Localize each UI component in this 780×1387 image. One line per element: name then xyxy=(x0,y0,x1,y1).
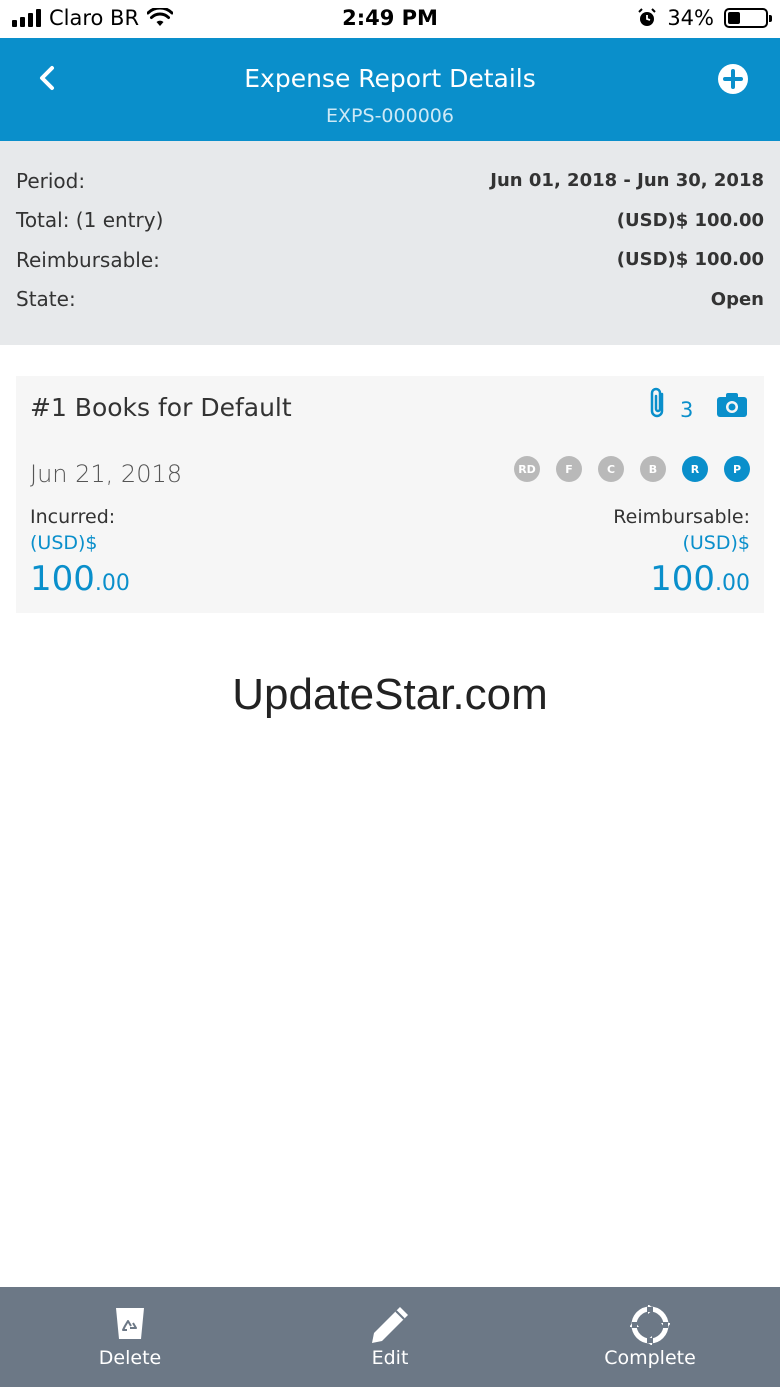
badge-r: R xyxy=(682,456,708,482)
reimbursable-whole: 100 xyxy=(650,559,715,599)
incurred-whole: 100 xyxy=(30,559,95,599)
report-id: EXPS-000006 xyxy=(326,105,454,127)
summary-row-state: State: Open xyxy=(16,280,764,320)
reimbursable-currency: (USD)$ xyxy=(682,532,750,554)
reimbursable-cents: .00 xyxy=(715,571,750,596)
period-value: Jun 01, 2018 - Jun 30, 2018 xyxy=(490,170,764,192)
alarm-icon xyxy=(638,8,657,26)
reimbursable-label: Reimbursable: xyxy=(16,247,160,272)
battery-percent: 34% xyxy=(667,6,714,30)
status-badges: RD F C B R P xyxy=(514,456,750,482)
period-label: Period: xyxy=(16,168,86,193)
refresh-cycle-icon xyxy=(630,1305,670,1345)
page-title: Expense Report Details xyxy=(244,64,536,93)
edit-label: Edit xyxy=(371,1347,409,1369)
delete-button[interactable]: Delete xyxy=(0,1287,260,1387)
add-entry-button[interactable] xyxy=(716,62,750,96)
pencil-icon xyxy=(372,1307,408,1343)
badge-c: C xyxy=(598,456,624,482)
incurred-currency: (USD)$ xyxy=(30,532,98,554)
incurred-amount: 100.00 xyxy=(30,559,130,599)
expense-entry-card[interactable]: #1 Books for Default 3 Jun 21, 2018 RD F… xyxy=(16,376,764,613)
battery-icon xyxy=(724,8,772,28)
total-value: (USD)$ 100.00 xyxy=(616,209,764,231)
status-right: 34% xyxy=(637,6,772,30)
entry-title: #1 Books for Default xyxy=(30,393,292,422)
recycle-bin-icon xyxy=(116,1308,144,1339)
delete-label: Delete xyxy=(98,1347,162,1369)
reimbursable-amount: 100.00 xyxy=(650,559,750,599)
app-header: Expense Report Details EXPS-000006 xyxy=(0,38,780,141)
summary-row-reimbursable: Reimbursable: (USD)$ 100.00 xyxy=(16,240,764,280)
attachment-count: 3 xyxy=(680,398,694,422)
badge-f: F xyxy=(556,456,582,482)
incurred-label: Incurred: xyxy=(30,506,116,528)
reimbursable-value: (USD)$ 100.00 xyxy=(616,249,764,271)
summary-row-total: Total: (1 entry) (USD)$ 100.00 xyxy=(16,201,764,241)
bottom-toolbar: Delete Edit Complete xyxy=(0,1287,780,1387)
edit-button[interactable]: Edit xyxy=(260,1287,520,1387)
summary-row-period: Period: Jun 01, 2018 - Jun 30, 2018 xyxy=(16,161,764,201)
incurred-cents: .00 xyxy=(94,571,130,596)
state-value: Open xyxy=(710,288,764,310)
complete-button[interactable]: Complete xyxy=(520,1287,780,1387)
badge-b: B xyxy=(640,456,666,482)
complete-label: Complete xyxy=(604,1347,696,1369)
battery-level xyxy=(728,12,741,24)
total-label: Total: (1 entry) xyxy=(16,208,164,233)
reimbursable-entry-label: Reimbursable: xyxy=(613,506,750,528)
status-bar: Claro BR 2:49 PM 34% xyxy=(0,0,780,38)
badge-rd: RD xyxy=(514,456,540,482)
badge-p: P xyxy=(724,456,750,482)
entry-date: Jun 21, 2018 xyxy=(30,460,183,488)
camera-icon[interactable] xyxy=(716,392,748,418)
paperclip-icon[interactable] xyxy=(646,386,670,420)
state-label: State: xyxy=(16,287,76,312)
watermark-text: UpdateStar.com xyxy=(232,670,548,719)
plus-circle-icon xyxy=(718,64,748,94)
report-summary: Period: Jun 01, 2018 - Jun 30, 2018 Tota… xyxy=(0,141,780,345)
